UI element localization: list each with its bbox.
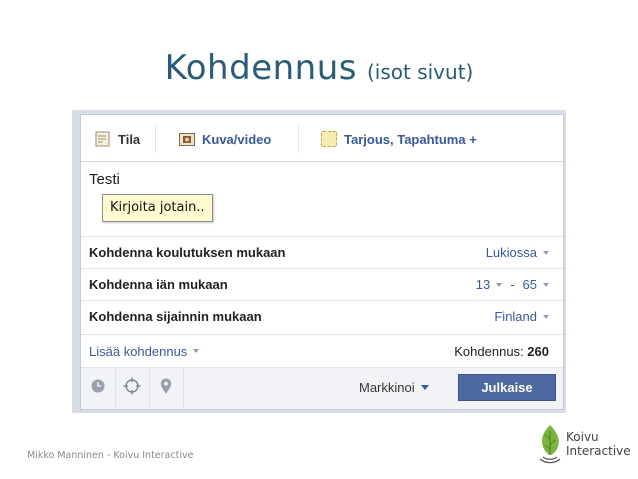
tooltip: Kirjoita jotain.. xyxy=(102,194,213,222)
add-targeting-label: Lisää kohdennus xyxy=(89,343,188,359)
chevron-down-icon xyxy=(420,385,429,390)
logo-text-line2: Interactive xyxy=(566,444,631,458)
tab-status[interactable]: Tila xyxy=(95,129,140,149)
age-max-dropdown[interactable]: 65 xyxy=(523,277,549,292)
education-dropdown[interactable]: Lukiossa xyxy=(486,245,549,260)
location-value: Finland xyxy=(494,309,537,324)
targeting-label: Kohdenna iän mukaan xyxy=(89,277,228,292)
photo-icon xyxy=(179,131,195,147)
slide-footer: Mikko Manninen - Koivu Interactive xyxy=(27,450,194,461)
add-targeting-link[interactable]: Lisää kohdennus xyxy=(89,343,200,359)
targeting-row-location: Kohdenna sijainnin mukaan Finland xyxy=(81,300,563,332)
tab-divider xyxy=(298,125,299,153)
composer-tabs: Tila Kuva/video Tarjous, Tapahtuma + xyxy=(81,115,563,162)
age-range: 13 - 65 xyxy=(476,277,549,292)
clock-icon xyxy=(91,379,105,398)
age-range-separator: - xyxy=(510,277,515,292)
composer-toolbar: Markkinoi Julkaise xyxy=(81,367,563,409)
targeting-label: Kohdenna koulutuksen mukaan xyxy=(89,245,286,260)
chevron-down-icon xyxy=(543,314,549,319)
publish-button[interactable]: Julkaise xyxy=(458,374,556,401)
chevron-down-icon xyxy=(543,250,549,255)
slide-title-main: Kohdennus xyxy=(164,48,357,88)
status-text[interactable]: Testi xyxy=(89,171,120,188)
age-min-value: 13 xyxy=(475,277,491,292)
chevron-down-icon xyxy=(543,282,549,287)
schedule-button[interactable] xyxy=(81,368,116,409)
reach-count: Kohdennus: 260 xyxy=(454,344,549,359)
tab-offer-event-label: Tarjous, Tapahtuma + xyxy=(344,131,477,147)
reach-value: 260 xyxy=(527,343,549,359)
target-icon xyxy=(123,377,141,400)
location-button[interactable] xyxy=(149,368,184,409)
audience-selector-label: Markkinoi xyxy=(359,380,415,395)
tab-offer-event[interactable]: Tarjous, Tapahtuma + xyxy=(321,129,477,149)
targeting-label: Kohdenna sijainnin mukaan xyxy=(89,309,262,324)
education-value: Lukiossa xyxy=(485,245,537,260)
targeting-row-education: Kohdenna koulutuksen mukaan Lukiossa xyxy=(81,236,563,268)
targeting-row-age: Kohdenna iän mukaan 13 - 65 xyxy=(81,268,563,300)
post-composer: Tila Kuva/video Tarjous, Tapahtuma + Tes… xyxy=(80,114,564,410)
chevron-down-icon xyxy=(496,282,503,287)
add-targeting-row: Lisää kohdennus Kohdennus: 260 xyxy=(81,334,563,367)
logo-text-line1: Koivu xyxy=(566,430,599,444)
location-dropdown[interactable]: Finland xyxy=(494,309,549,324)
status-icon xyxy=(95,131,111,147)
audience-selector[interactable]: Markkinoi xyxy=(359,380,429,395)
logo-text: Koivu Interactive xyxy=(566,430,631,458)
leaf-icon xyxy=(539,425,561,464)
tab-status-label: Tila xyxy=(118,131,141,147)
tab-photo-video[interactable]: Kuva/video xyxy=(179,129,271,149)
age-max-value: 65 xyxy=(522,277,537,292)
targeting-button[interactable] xyxy=(115,368,150,409)
age-min-dropdown[interactable]: 13 xyxy=(475,277,503,292)
reach-label: Kohdennus: xyxy=(454,343,524,359)
chevron-down-icon xyxy=(193,349,200,353)
tab-photo-video-label: Kuva/video xyxy=(202,131,272,147)
location-pin-icon xyxy=(160,378,172,399)
status-input[interactable]: Testi Kirjoita jotain.. xyxy=(81,162,563,236)
tab-divider xyxy=(155,125,156,153)
offer-icon xyxy=(321,131,337,147)
slide-title: Kohdennus (isot sivut) xyxy=(0,48,638,88)
slide-title-subtitle: (isot sivut) xyxy=(366,60,474,84)
